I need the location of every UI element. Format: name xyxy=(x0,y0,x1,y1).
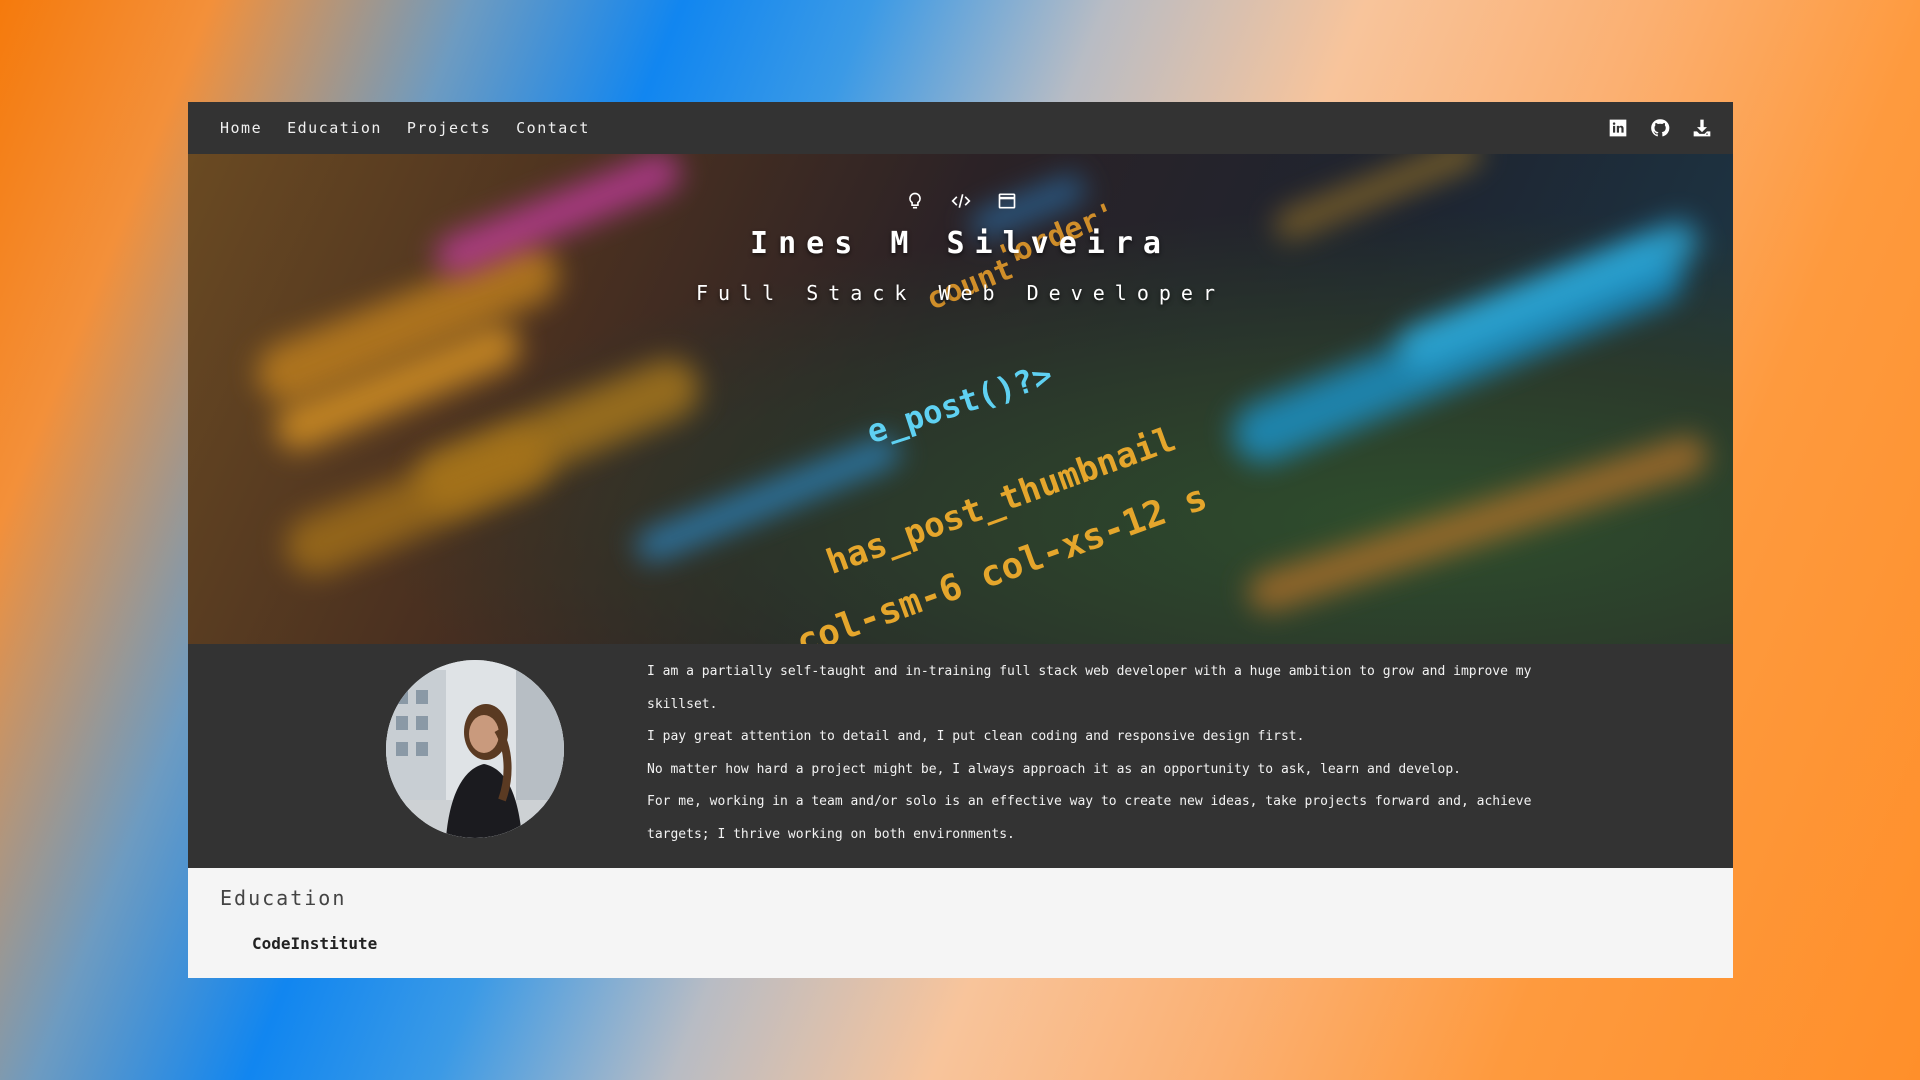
download-icon[interactable] xyxy=(1691,117,1713,139)
education-heading: Education xyxy=(220,886,347,910)
hero-subtitle: Full Stack Web Developer xyxy=(696,281,1225,305)
lightbulb-icon xyxy=(904,190,926,212)
social-links xyxy=(1607,117,1713,139)
nav-link-education[interactable]: Education xyxy=(287,119,382,137)
nav-links: Home Education Projects Contact xyxy=(220,119,590,137)
about-section: I am a partially self-taught and in-trai… xyxy=(188,644,1733,868)
hero-title: Ines M Silveira xyxy=(750,226,1171,261)
about-text: I am a partially self-taught and in-trai… xyxy=(647,656,1567,851)
browser-page: Home Education Projects Contact 'order' … xyxy=(188,102,1733,978)
linkedin-icon[interactable] xyxy=(1607,117,1629,139)
education-item: CodeInstitute xyxy=(252,934,378,953)
about-paragraph: No matter how hard a project might be, I… xyxy=(647,761,1461,777)
hero-code-text: e_post()?> xyxy=(862,355,1058,452)
browser-window-icon xyxy=(996,190,1018,212)
nav-link-projects[interactable]: Projects xyxy=(407,119,491,137)
nav-link-contact[interactable]: Contact xyxy=(516,119,590,137)
nav-link-home[interactable]: Home xyxy=(220,119,262,137)
about-paragraph: I am a partially self-taught and in-trai… xyxy=(647,664,1532,712)
about-paragraph: I pay great attention to detail and, I p… xyxy=(647,729,1305,744)
about-paragraph: For me, working in a team and/or solo is… xyxy=(647,794,1532,842)
education-section: Education CodeInstitute xyxy=(188,868,1733,971)
code-icon xyxy=(950,190,972,212)
hero-content: Ines M Silveira Full Stack Web Developer xyxy=(188,190,1733,305)
hero-icons xyxy=(188,190,1733,212)
navbar: Home Education Projects Contact xyxy=(188,102,1733,154)
hero-background-blur xyxy=(276,423,560,585)
hero-background-blur xyxy=(1243,430,1713,618)
hero-banner: 'order' count' e_post()?> has_post_thumb… xyxy=(188,154,1733,644)
avatar xyxy=(386,660,564,838)
github-icon[interactable] xyxy=(1649,117,1671,139)
